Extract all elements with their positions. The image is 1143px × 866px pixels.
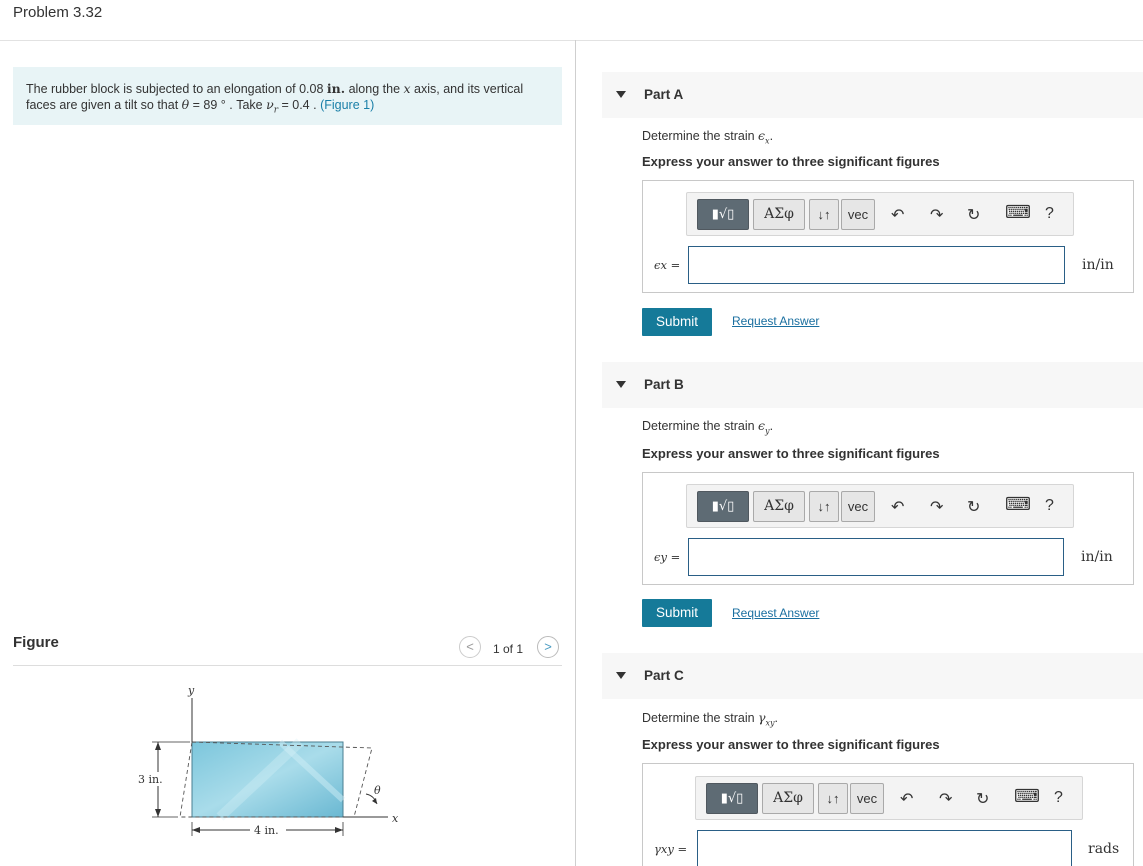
help-icon[interactable]: ? — [1045, 205, 1054, 223]
statement-text: along the — [345, 82, 404, 96]
help-icon[interactable]: ? — [1045, 497, 1054, 515]
reset-icon[interactable]: ↻ — [967, 205, 980, 225]
collapse-triangle-icon[interactable] — [616, 91, 626, 98]
header-divider — [0, 40, 1143, 41]
part-a-instruction: Express your answer to three significant… — [642, 154, 940, 169]
statement-text: The rubber block is subjected to an elon… — [26, 82, 327, 96]
part-b-math-toolbar: ▮√▯ ΑΣφ ↓↑ vec ↶ ↷ ↻ ⌨ ? — [686, 484, 1074, 528]
problem-statement: The rubber block is subjected to an elon… — [13, 67, 562, 125]
keyboard-icon[interactable]: ⌨ — [1014, 786, 1040, 807]
redo-icon[interactable]: ↷ — [930, 205, 943, 225]
part-c-question: Determine the strain γxy. — [642, 710, 779, 728]
figure-pager-label: 1 of 1 — [493, 642, 524, 656]
figure-heading: Figure — [13, 634, 59, 651]
part-a-question: Determine the strain ϵx. — [642, 128, 774, 146]
part-a-label: Part A — [644, 87, 684, 102]
part-c-answer-label: γxy = — [654, 842, 688, 856]
figure-link[interactable]: (Figure 1) — [320, 98, 374, 112]
column-divider — [575, 40, 576, 866]
part-c-instruction: Express your answer to three significant… — [642, 737, 940, 752]
arrowhead — [155, 809, 161, 817]
figure-diagram: y x 3 in. 4 in. θ — [136, 684, 399, 837]
part-a-answer-input[interactable] — [688, 246, 1065, 284]
greek-symbols-button[interactable]: ΑΣφ — [753, 199, 805, 230]
part-b-unit: in/in — [1081, 549, 1113, 565]
arrows-button[interactable]: ↓↑ — [809, 491, 839, 522]
question-text: Determine the strain — [642, 711, 759, 725]
part-a-answer-label: ϵx = — [654, 258, 681, 272]
part-a-request-answer-link[interactable]: Request Answer — [732, 314, 819, 328]
part-a-math-toolbar: ▮√▯ ΑΣφ ↓↑ vec ↶ ↷ ↻ ⌨ ? — [686, 192, 1074, 236]
undo-icon[interactable]: ↶ — [891, 205, 904, 225]
arrowhead — [155, 742, 161, 750]
keyboard-icon[interactable]: ⌨ — [1005, 494, 1031, 515]
question-symbol: γ — [758, 710, 766, 725]
angle-label: θ — [374, 784, 381, 797]
statement-text: axis, and its vertical — [410, 82, 524, 96]
part-b-submit-button[interactable]: Submit — [642, 599, 712, 627]
arrowhead — [335, 827, 343, 833]
part-b-question: Determine the strain ϵy. — [642, 418, 774, 436]
question-text: Determine the strain — [642, 419, 759, 433]
part-b-label: Part B — [644, 377, 684, 392]
arrowhead — [192, 827, 200, 833]
templates-button[interactable]: ▮√▯ — [706, 783, 758, 814]
statement-text: faces are given a tilt so that — [26, 98, 182, 112]
collapse-triangle-icon[interactable] — [616, 672, 626, 679]
vector-button[interactable]: vec — [850, 783, 884, 814]
figure-divider — [13, 665, 562, 666]
templates-button[interactable]: ▮√▯ — [697, 491, 749, 522]
redo-icon[interactable]: ↷ — [939, 789, 952, 809]
greek-symbols-button[interactable]: ΑΣφ — [762, 783, 814, 814]
part-b-instruction: Express your answer to three significant… — [642, 446, 940, 461]
part-b-request-answer-link[interactable]: Request Answer — [732, 606, 819, 620]
figure-next-button[interactable]: > — [537, 636, 559, 658]
part-c-answer-input[interactable] — [697, 830, 1072, 866]
part-a-header[interactable]: Part A — [602, 72, 1143, 118]
part-c-math-toolbar: ▮√▯ ΑΣφ ↓↑ vec ↶ ↷ ↻ ⌨ ? — [695, 776, 1083, 820]
reset-icon[interactable]: ↻ — [967, 497, 980, 517]
y-axis-label: y — [187, 684, 195, 697]
part-b-header[interactable]: Part B — [602, 362, 1143, 408]
part-a-unit: in/in — [1082, 257, 1114, 273]
reset-icon[interactable]: ↻ — [976, 789, 989, 809]
statement-text: = 89 ° . Take — [189, 98, 267, 112]
vector-button[interactable]: vec — [841, 491, 875, 522]
greek-symbols-button[interactable]: ΑΣφ — [753, 491, 805, 522]
arrows-button[interactable]: ↓↑ — [818, 783, 848, 814]
figure-prev-button[interactable]: < — [459, 636, 481, 658]
statement-unit: in. — [326, 81, 346, 96]
redo-icon[interactable]: ↷ — [930, 497, 943, 517]
statement-axis-var: x — [403, 81, 411, 96]
templates-button[interactable]: ▮√▯ — [697, 199, 749, 230]
statement-text: = 0.4 . — [278, 98, 321, 112]
arrows-button[interactable]: ↓↑ — [809, 199, 839, 230]
part-a-submit-button[interactable]: Submit — [642, 308, 712, 336]
vector-button[interactable]: vec — [841, 199, 875, 230]
question-subscript: xy — [765, 718, 775, 728]
keyboard-icon[interactable]: ⌨ — [1005, 202, 1031, 223]
undo-icon[interactable]: ↶ — [891, 497, 904, 517]
part-c-unit: rads — [1088, 841, 1120, 857]
collapse-triangle-icon[interactable] — [616, 381, 626, 388]
question-text: Determine the strain — [642, 129, 759, 143]
question-symbol: ϵ — [758, 128, 766, 143]
part-b-answer-input[interactable] — [688, 538, 1064, 576]
undo-icon[interactable]: ↶ — [900, 789, 913, 809]
help-icon[interactable]: ? — [1054, 789, 1063, 807]
part-c-header[interactable]: Part C — [602, 653, 1143, 699]
page-title: Problem 3.32 — [13, 4, 103, 21]
question-symbol: ϵ — [758, 418, 766, 433]
part-c-label: Part C — [644, 668, 684, 683]
width-label: 4 in. — [254, 824, 279, 837]
height-label: 3 in. — [138, 773, 163, 786]
x-axis-label: x — [392, 812, 399, 825]
part-b-answer-label: ϵy = — [654, 550, 681, 564]
statement-nu: ν — [266, 97, 274, 112]
